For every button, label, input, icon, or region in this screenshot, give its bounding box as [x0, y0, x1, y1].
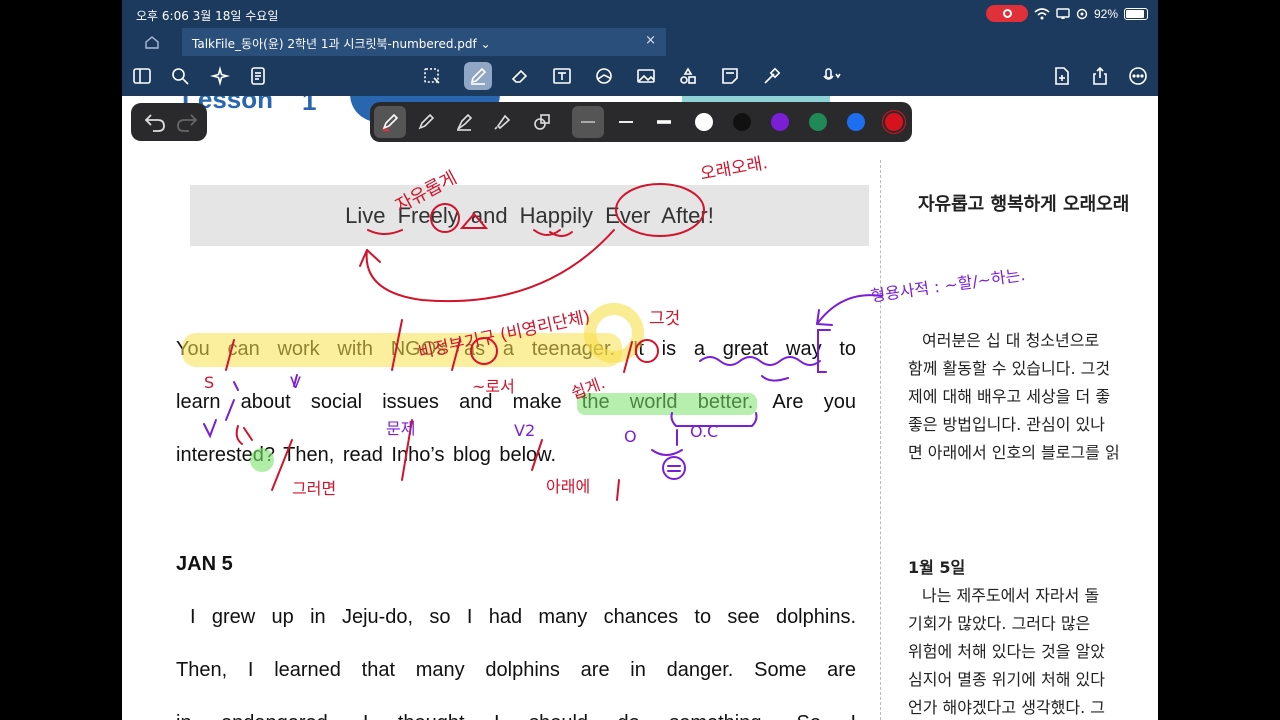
blog-date: JAN 5 — [176, 553, 233, 575]
sparkle-icon[interactable] — [206, 62, 234, 90]
tab-bar: TalkFile_동아(윤) 2학년 1과 시크릿북-numbered.pdf … — [122, 28, 1158, 56]
location-icon — [1076, 8, 1088, 19]
screen-mirror-icon — [1056, 7, 1070, 19]
home-icon[interactable] — [144, 34, 160, 50]
chevron-down-icon[interactable]: ⌄ — [481, 37, 491, 51]
lesson-title: Live Freely and Happily Ever After! — [345, 203, 714, 228]
translation-title: 자유롭고 행복하게 오래오래 — [918, 194, 1130, 215]
color-purple-swatch[interactable] — [764, 106, 796, 138]
lesson-title-box: Live Freely and Happily Ever After! — [190, 185, 869, 246]
document-tab[interactable]: TalkFile_동아(윤) 2학년 1과 시크릿북-numbered.pdf … — [182, 28, 666, 56]
pen-palette — [370, 102, 912, 142]
document-list-icon[interactable] — [244, 62, 272, 90]
toolbar — [122, 56, 1158, 96]
add-page-icon[interactable] — [1048, 62, 1076, 90]
lasso-icon[interactable] — [418, 62, 446, 90]
color-green-swatch[interactable] — [802, 106, 834, 138]
tab-title-text: TalkFile_동아(윤) 2학년 1과 시크릿북-numbered.pdf — [192, 37, 477, 51]
column-divider — [880, 160, 881, 720]
battery-icon — [1124, 7, 1148, 20]
translation-intro-1: 여러분은 십 대 청소년으로 — [922, 331, 1100, 350]
undo-redo-bar — [131, 103, 207, 141]
translation-body-3: 위험에 처해 있다는 것을 알았 — [908, 642, 1105, 661]
intro-line-2: learn about social issues and make the w… — [176, 391, 856, 413]
translation-body-1: 나는 제주도에서 자라서 돌 — [922, 586, 1100, 605]
pen-icon[interactable] — [464, 62, 492, 90]
status-right: 92% — [985, 5, 1148, 22]
color-black-dot — [733, 113, 751, 131]
intro-line-3: interested? Then, read Inho’s blog below… — [176, 444, 557, 466]
status-time: 오후 6:06 3월 18일 수요일 — [136, 9, 279, 23]
search-icon[interactable] — [166, 62, 194, 90]
microphone-icon[interactable] — [812, 62, 852, 90]
body-line-3: in endangered. I thought I should do som… — [176, 712, 856, 720]
color-blue-swatch[interactable] — [840, 106, 872, 138]
sticky-note-icon[interactable] — [716, 62, 744, 90]
pdf-page[interactable]: Lesson 1 Live Freely and Happily Ever Af… — [122, 96, 1158, 720]
intro-line-1: You can work with NGOs as a teenager. It… — [176, 338, 856, 360]
color-red-dot — [885, 113, 903, 131]
text-icon[interactable] — [548, 62, 576, 90]
body-line-2: Then, I learned that many dolphins are i… — [176, 659, 856, 681]
highlighter-tool-icon[interactable] — [486, 106, 518, 138]
stroke-medium-option[interactable] — [610, 106, 642, 138]
translation-body-2: 기회가 많았다. 그러다 많은 — [908, 614, 1091, 633]
battery-percent: 92% — [1093, 6, 1118, 21]
elements-icon[interactable] — [674, 62, 702, 90]
stroke-thick-option[interactable] — [648, 106, 680, 138]
translation-intro-4: 좋은 방법입니다. 관심이 있나 — [908, 415, 1105, 434]
translation-intro-2: 함께 활동할 수 있습니다. 그것 — [908, 359, 1111, 378]
share-icon[interactable] — [1086, 62, 1114, 90]
color-red-swatch[interactable] — [878, 106, 910, 138]
color-white-swatch[interactable] — [688, 106, 720, 138]
shape-pen-tool-icon[interactable] — [526, 106, 558, 138]
color-white-dot — [695, 113, 713, 131]
color-blue-dot — [847, 113, 865, 131]
undo-icon[interactable] — [143, 111, 167, 133]
lesson-number: 1 — [302, 96, 317, 116]
stroke-thin-option[interactable] — [572, 106, 604, 138]
laser-pointer-icon[interactable] — [758, 62, 786, 90]
ballpoint-pen-tool-icon[interactable] — [410, 106, 442, 138]
shapes-icon[interactable] — [590, 62, 618, 90]
translation-date: 1월 5일 — [908, 558, 966, 577]
image-icon[interactable] — [632, 62, 660, 90]
color-black-swatch[interactable] — [726, 106, 758, 138]
brush-pen-tool-icon[interactable] — [448, 106, 480, 138]
translation-intro-3: 제에 대해 배우고 세상을 더 좋 — [908, 387, 1111, 406]
status-bar: 오후 6:06 3월 18일 수요일 92% — [122, 0, 1158, 28]
more-icon[interactable] — [1124, 62, 1152, 90]
sidebar-icon[interactable] — [128, 62, 156, 90]
ipad-screen: 오후 6:06 3월 18일 수요일 92% TalkFile_동아(윤) 2학… — [122, 0, 1158, 720]
close-tab-icon[interactable]: × — [645, 33, 656, 48]
color-purple-dot — [771, 113, 789, 131]
screen-record-icon[interactable] — [985, 5, 1028, 22]
wifi-icon — [1034, 7, 1050, 19]
translation-body-4: 심지어 멸종 위기에 처해 있다 — [908, 670, 1105, 689]
translation-body-5: 언가 해야겠다고 생각했다. 그 — [908, 698, 1105, 717]
tab-title[interactable]: TalkFile_동아(윤) 2학년 1과 시크릿북-numbered.pdf … — [192, 35, 491, 52]
eraser-icon[interactable] — [506, 62, 534, 90]
translation-intro-5: 면 아래에서 인호의 블로그를 읽 — [908, 443, 1120, 462]
redo-icon[interactable] — [175, 111, 199, 133]
body-line-1: I grew up in Jeju-do, so I had many chan… — [190, 606, 856, 628]
fountain-pen-tool-icon[interactable] — [374, 106, 406, 138]
color-green-dot — [809, 113, 827, 131]
